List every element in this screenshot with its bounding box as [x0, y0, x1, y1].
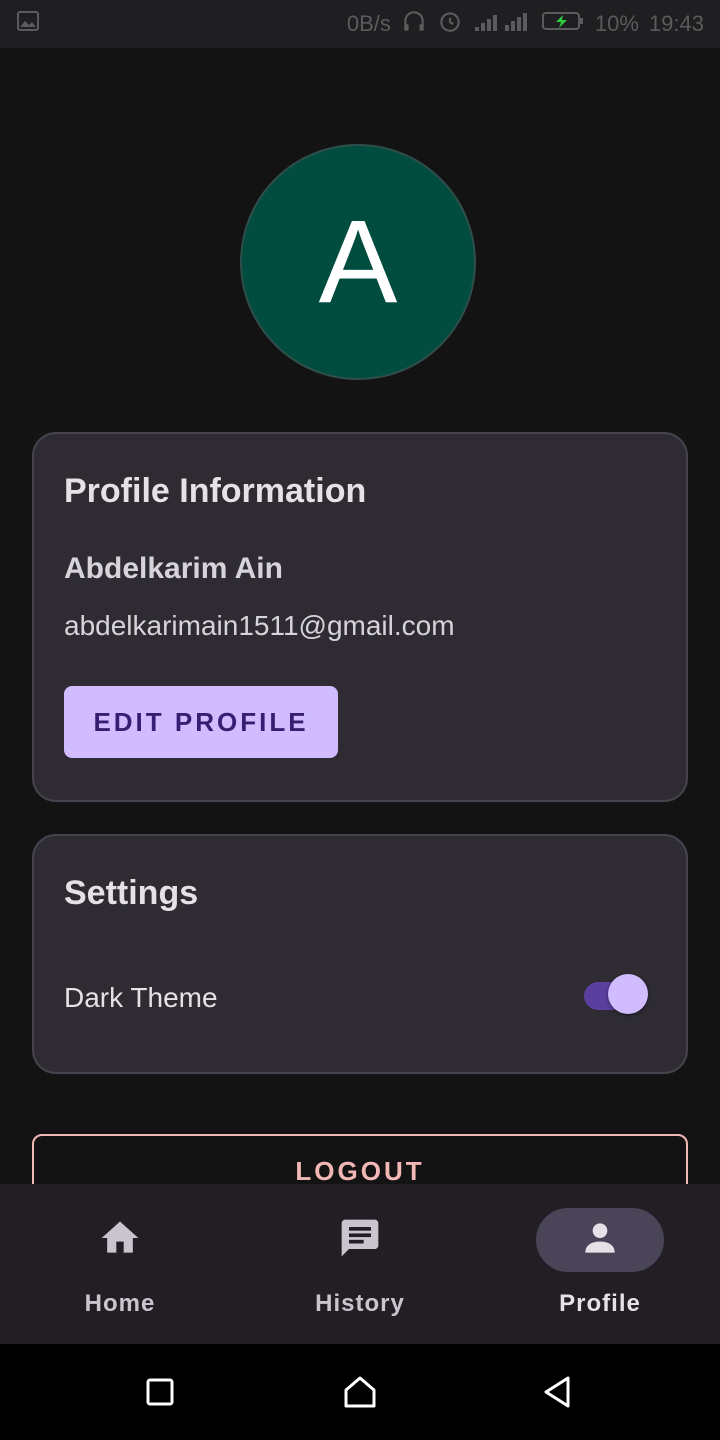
battery-percent: 10% [594, 11, 639, 36]
edit-profile-button[interactable]: EDIT PROFILE [64, 686, 338, 758]
avatar: A [240, 144, 476, 380]
alarm-icon [437, 8, 463, 40]
person-icon [578, 1216, 622, 1265]
gallery-notification-icon [16, 9, 40, 39]
chat-icon [338, 1216, 382, 1265]
network-speed: 0B/s [346, 11, 391, 36]
dark-theme-label: Dark Theme [64, 982, 218, 1013]
nav-item-profile[interactable]: Profile [480, 1184, 720, 1344]
nav-icon-container [536, 1208, 664, 1272]
recents-button[interactable] [140, 1372, 180, 1412]
status-bar: 0B/s 10% 19:43 [0, 0, 720, 48]
dark-theme-toggle[interactable] [584, 974, 652, 1018]
signal-icon [473, 9, 531, 39]
nav-item-history[interactable]: History [240, 1184, 480, 1344]
nav-label-profile: Profile [559, 1290, 641, 1317]
square-icon [140, 1378, 180, 1416]
profile-name: Abdelkarim Ain [64, 552, 283, 585]
house-outline-icon [340, 1376, 380, 1416]
bottom-navigation: Home History Profile [0, 1184, 720, 1344]
back-button[interactable] [538, 1372, 578, 1412]
clock: 19:43 [648, 11, 704, 36]
battery-icon [541, 9, 585, 39]
system-navigation-bar [0, 1344, 720, 1440]
toggle-thumb [608, 974, 648, 1014]
home-icon [98, 1216, 142, 1265]
profile-card-title: Profile Information [64, 472, 367, 510]
settings-card-title: Settings [64, 874, 199, 912]
headset-icon [401, 8, 427, 40]
profile-information-card: Profile Information Abdelkarim Ain abdel… [32, 432, 688, 802]
home-system-button[interactable] [340, 1372, 380, 1412]
nav-item-home[interactable]: Home [0, 1184, 240, 1344]
profile-email: abdelkarimain1511@gmail.com [64, 610, 455, 641]
settings-card: Settings Dark Theme [32, 834, 688, 1074]
back-triangle-icon [538, 1376, 578, 1416]
nav-label-history: History [315, 1290, 405, 1317]
nav-icon-container [296, 1208, 424, 1272]
nav-label-home: Home [84, 1290, 156, 1317]
nav-icon-container [56, 1208, 184, 1272]
